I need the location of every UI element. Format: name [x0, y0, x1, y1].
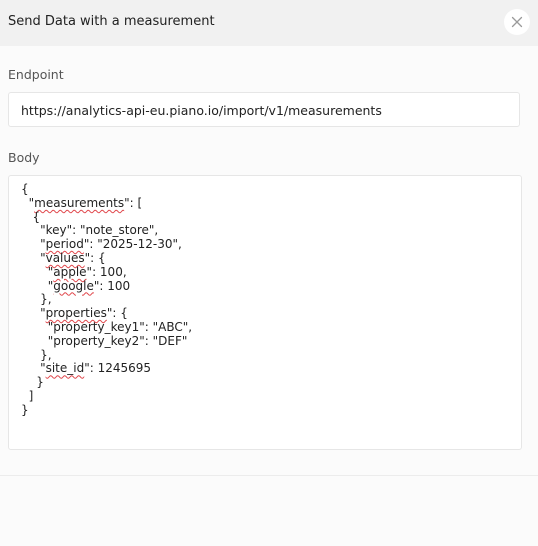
- spellcheck-flagged-word: site_id: [45, 361, 85, 376]
- body-code-line: "measurements": [: [21, 195, 143, 210]
- spellcheck-flagged-word: measurements: [34, 195, 125, 210]
- endpoint-input[interactable]: https://analytics-api-eu.piano.io/import…: [8, 92, 520, 127]
- body-code-line: {: [21, 209, 41, 224]
- close-button[interactable]: [504, 9, 530, 35]
- spellcheck-flagged-word: apple: [53, 264, 87, 279]
- body-code-line: "properties": {: [21, 306, 128, 321]
- body-code-line: }: [21, 375, 44, 390]
- send-data-dialog: Send Data with a measurement Endpoint ht…: [0, 0, 538, 546]
- spellcheck-flagged-word: values: [45, 250, 85, 265]
- body-code-line: {: [21, 182, 29, 196]
- endpoint-label: Endpoint: [8, 67, 64, 82]
- footer-divider: [0, 475, 538, 476]
- body-code-line: }: [21, 402, 29, 417]
- body-code-line: "google": 100: [21, 278, 131, 293]
- body-code-line: "site_id": 1245695: [21, 361, 152, 376]
- body-code-line: "key": "note_store",: [21, 223, 159, 238]
- body-code-line: },: [21, 347, 52, 362]
- spellcheck-flagged-word: google: [53, 278, 94, 293]
- body-textarea[interactable]: { "measurements": [ { "key": "note_store…: [8, 175, 522, 450]
- dialog-title: Send Data with a measurement: [8, 14, 215, 29]
- body-code-line: ]: [21, 388, 34, 403]
- body-label: Body: [8, 150, 40, 165]
- spellcheck-flagged-word: properties: [45, 306, 107, 321]
- body-code-line: "property_key1": "ABC",: [21, 319, 193, 334]
- spellcheck-flagged-word: period: [45, 237, 84, 252]
- dialog-header: Send Data with a measurement: [0, 0, 538, 46]
- body-code-line: "apple": 100,: [21, 264, 127, 279]
- body-code-line: "values": {: [21, 250, 106, 265]
- close-icon: [511, 16, 523, 28]
- body-code-line: },: [21, 292, 52, 307]
- body-code-line: "period": "2025-12-30",: [21, 237, 182, 252]
- body-code-line: "property_key2": "DEF": [21, 333, 188, 348]
